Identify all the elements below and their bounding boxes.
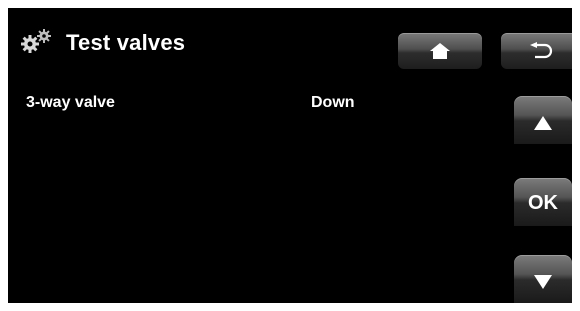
list-item[interactable]: 3-way valve Down (26, 94, 506, 118)
back-button[interactable] (501, 33, 572, 69)
ok-label: OK (528, 192, 558, 214)
row-label: 3-way valve (26, 94, 115, 111)
screen: Test valves 3-way valve Down OK (8, 8, 572, 303)
home-icon (430, 43, 450, 59)
home-button[interactable] (398, 33, 482, 69)
row-value: Down (311, 94, 355, 111)
up-arrow-icon (534, 115, 552, 130)
page-title: Test valves (66, 30, 186, 55)
up-button[interactable] (514, 96, 572, 144)
header: Test valves (8, 8, 572, 80)
down-button[interactable] (514, 255, 572, 303)
gears-icon (21, 29, 51, 53)
down-arrow-icon (534, 274, 552, 289)
back-arrow-icon (530, 42, 553, 59)
ok-button[interactable]: OK (514, 178, 572, 226)
